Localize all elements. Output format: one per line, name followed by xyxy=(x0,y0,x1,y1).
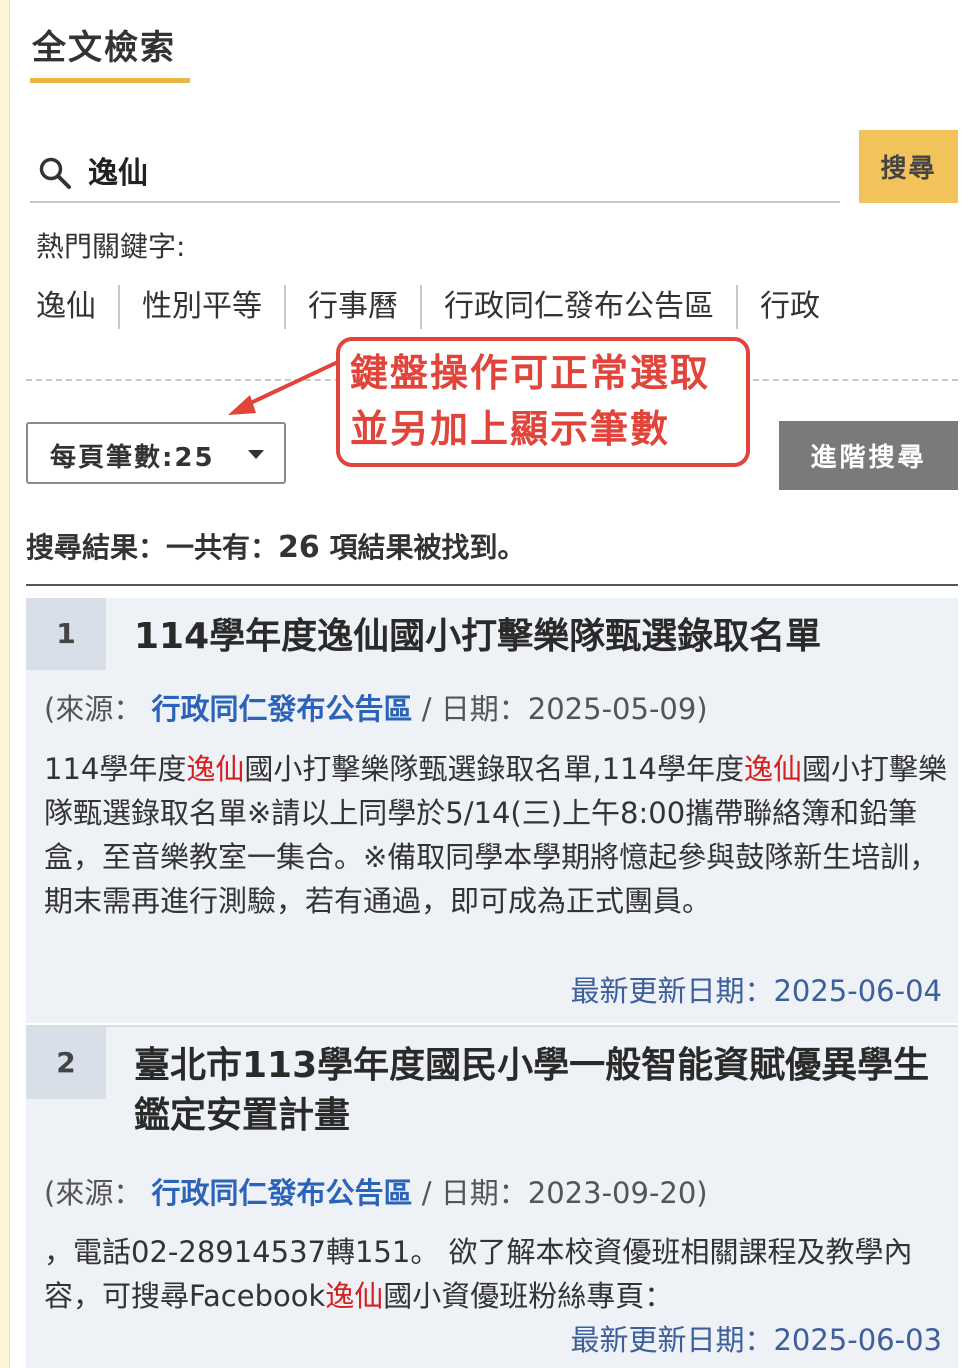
result-title-link[interactable]: 114學年度逸仙國小打擊樂隊甄選錄取名單 xyxy=(134,612,934,662)
annotation-line: 並另加上顯示筆數 xyxy=(350,407,671,451)
result-item: 1 114學年度逸仙國小打擊樂隊甄選錄取名單 (來源： 行政同仁發布公告區 / … xyxy=(26,598,958,1023)
result-date: / 日期：2023-09-20) xyxy=(412,1176,708,1210)
source-prefix: (來源： xyxy=(44,692,143,726)
snippet-text: 國小資優班粉絲專頁： xyxy=(383,1279,674,1313)
hot-keywords-list: 逸仙 性別平等 行事曆 行政同仁發布公告區 行政 xyxy=(36,284,842,330)
result-date: / 日期：2025-05-09) xyxy=(412,692,708,726)
search-field xyxy=(30,138,840,203)
page-title: 全文檢索 xyxy=(32,28,176,68)
advanced-search-button[interactable]: 進階搜尋 xyxy=(779,421,958,490)
summary-divider xyxy=(26,584,958,586)
left-edge-stripe xyxy=(0,0,10,1368)
result-title-link[interactable]: 臺北市113學年度國民小學一般智能資賦優異學生鑑定安置計畫 xyxy=(134,1041,934,1141)
result-count: 26 xyxy=(278,530,320,565)
search-input[interactable] xyxy=(88,148,828,192)
search-button[interactable]: 搜尋 xyxy=(859,130,958,203)
caret-down-icon xyxy=(248,450,264,459)
summary-suffix: 項結果被找到。 xyxy=(319,531,526,564)
snippet-text: 國小打擊樂隊甄選錄取名單,114學年度 xyxy=(244,752,744,786)
highlighted-keyword: 逸仙 xyxy=(743,752,802,786)
result-updated-date: 最新更新日期：2025-06-04 xyxy=(570,974,942,1008)
highlighted-keyword: 逸仙 xyxy=(186,752,245,786)
result-snippet: ，電話02-28914537轉151。 欲了解本校資優班相關課程及教學內容，可搜… xyxy=(44,1230,949,1318)
result-summary: 搜尋結果：一共有：26 項結果被找到。 xyxy=(26,526,526,566)
result-number: 1 xyxy=(26,598,106,670)
per-page-label: 每頁筆數:25 xyxy=(50,443,215,473)
annotation-arrow xyxy=(228,359,341,415)
hot-keyword-link[interactable]: 行政 xyxy=(736,285,842,329)
result-source-link[interactable]: 行政同仁發布公告區 xyxy=(152,692,413,726)
hot-keyword-link[interactable]: 逸仙 xyxy=(36,285,118,329)
hot-keyword-link[interactable]: 性別平等 xyxy=(118,285,284,329)
result-meta: (來源： 行政同仁發布公告區 / 日期：2023-09-20) xyxy=(44,1170,708,1212)
result-snippet: 114學年度逸仙國小打擊樂隊甄選錄取名單,114學年度逸仙國小打擊樂隊甄選錄取名… xyxy=(44,747,949,923)
annotation-line: 鍵盤操作可正常選取 xyxy=(350,351,711,395)
result-source-link[interactable]: 行政同仁發布公告區 xyxy=(152,1176,413,1210)
result-updated-date: 最新更新日期：2025-06-03 xyxy=(570,1323,942,1357)
hot-keywords-label: 熱門關鍵字: xyxy=(36,230,186,263)
per-page-select[interactable]: 每頁筆數:25 xyxy=(26,422,286,484)
hot-keyword-link[interactable]: 行政同仁發布公告區 xyxy=(420,285,736,329)
title-underline xyxy=(30,78,190,83)
result-number: 2 xyxy=(26,1027,106,1099)
source-prefix: (來源： xyxy=(44,1176,143,1210)
highlighted-keyword: 逸仙 xyxy=(325,1279,384,1313)
snippet-text: 114學年度 xyxy=(44,752,187,786)
annotation-callout: 鍵盤操作可正常選取 並另加上顯示筆數 xyxy=(336,337,750,467)
hot-keyword-link[interactable]: 行事曆 xyxy=(284,285,420,329)
search-icon xyxy=(39,157,71,189)
result-item: 2 臺北市113學年度國民小學一般智能資賦優異學生鑑定安置計畫 (來源： 行政同… xyxy=(26,1025,958,1368)
result-meta: (來源： 行政同仁發布公告區 / 日期：2025-05-09) xyxy=(44,686,708,728)
summary-prefix: 搜尋結果：一共有： xyxy=(26,531,279,564)
